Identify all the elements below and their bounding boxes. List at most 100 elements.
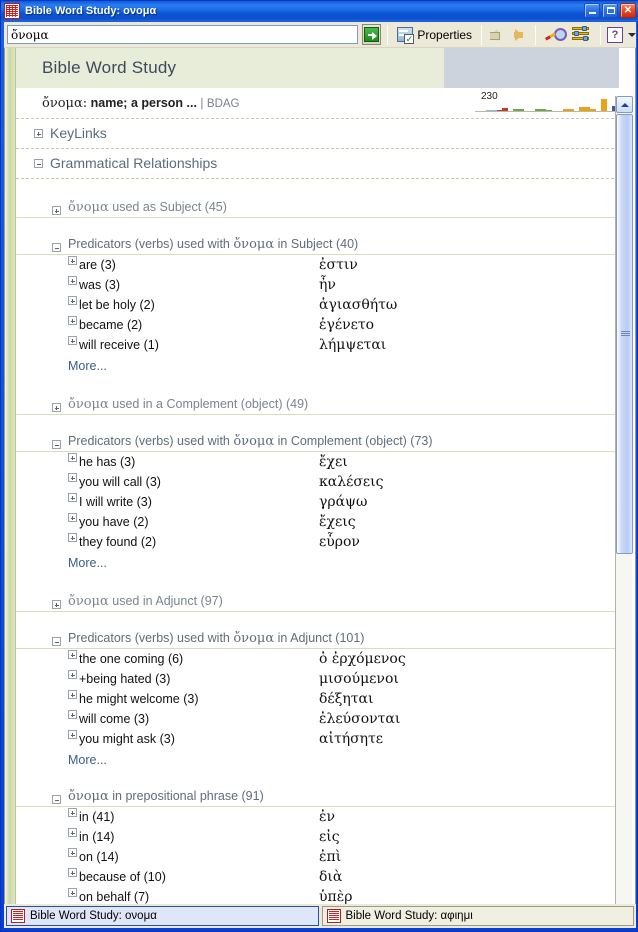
lemma-source[interactable]: BDAG — [207, 98, 240, 110]
filter-button[interactable] — [568, 24, 594, 45]
expand-icon[interactable] — [68, 256, 77, 265]
expand-icon[interactable] — [68, 316, 77, 325]
expand-icon[interactable] — [68, 650, 77, 659]
properties-button[interactable]: Properties — [394, 25, 475, 44]
tree-leaf-row[interactable]: they found (2) εὗρον — [16, 532, 619, 552]
expand-icon[interactable] — [68, 473, 77, 482]
tree-leaf-row[interactable]: you might ask (3) αἰτήσητε — [16, 729, 619, 749]
vertical-scrollbar[interactable] — [615, 96, 633, 904]
properties-label: Properties — [417, 27, 473, 42]
toolbar: ὄνομα Properties ? — [4, 22, 636, 48]
tree-leaf-row[interactable]: on (14) ἐπὶ — [16, 847, 619, 867]
section-heading-2-greek: ὄνομα — [68, 594, 109, 609]
section-heading-1[interactable]: ὄνομα used in a Complement (object) (49) — [16, 387, 619, 415]
help-button[interactable]: ? — [607, 26, 623, 43]
scroll-up-button[interactable] — [616, 96, 633, 113]
go-button[interactable] — [361, 24, 382, 45]
leaf-english: let be holy (2) — [79, 298, 155, 312]
toolbar-separator-3 — [535, 24, 537, 45]
expand-icon[interactable] — [68, 690, 77, 699]
expand-icon[interactable] — [68, 493, 77, 502]
maximize-button[interactable] — [602, 3, 618, 18]
expand-icon[interactable] — [68, 276, 77, 285]
chevron-down-icon[interactable] — [628, 32, 636, 37]
tree-leaf-row[interactable]: let be holy (2) ἁγιασθήτω — [16, 295, 619, 315]
tree-leaf-row[interactable]: on behalf (7) ὑπὲρ — [16, 887, 619, 904]
chevron-up-icon — [620, 102, 629, 107]
expand-icon[interactable] — [52, 403, 61, 412]
taskbar-item[interactable]: Bible Word Study: ονομα — [6, 906, 319, 926]
window-controls: ✕ — [584, 3, 636, 18]
section-subheading-1-greek: ὄνομα — [233, 434, 275, 449]
expand-icon[interactable] — [68, 828, 77, 837]
expand-icon[interactable] — [34, 129, 43, 138]
expand-icon[interactable] — [68, 453, 77, 462]
expand-icon[interactable] — [68, 730, 77, 739]
tree-leaf-row[interactable]: I will write (3) γράψω — [16, 492, 619, 512]
close-button[interactable]: ✕ — [620, 3, 636, 18]
section-subheading-1[interactable]: Predicators (verbs) used with ὄνομα in C… — [16, 426, 619, 452]
expand-icon[interactable] — [68, 888, 77, 897]
expand-icon[interactable] — [68, 848, 77, 857]
grammatical-relationships[interactable]: Grammatical Relationships — [16, 149, 619, 179]
arrow-left-icon — [490, 28, 501, 41]
more-link[interactable]: More... — [16, 749, 619, 770]
back-button[interactable] — [488, 26, 508, 44]
tree-leaf-row[interactable]: the one coming (6) ὁ ἐρχόμενος — [16, 649, 619, 669]
toolbar-separator-1 — [387, 24, 389, 45]
taskbar-item[interactable]: Bible Word Study: αφιημι — [321, 906, 634, 926]
prepositional-heading[interactable]: ὄνομα in prepositional phrase (91) — [16, 781, 619, 807]
collapse-icon[interactable] — [52, 795, 61, 804]
tree-leaf-row[interactable]: in (41) ἐν — [16, 807, 619, 827]
key-button[interactable] — [542, 24, 568, 45]
expand-icon[interactable] — [68, 670, 77, 679]
expand-icon[interactable] — [68, 868, 77, 877]
lemma-separator: | — [200, 97, 204, 110]
scrollbar-thumb[interactable] — [616, 114, 633, 554]
tree-leaf-row[interactable]: you have (2) ἔχεις — [16, 512, 619, 532]
chart-bar — [590, 109, 596, 111]
leaf-english: on behalf (7) — [79, 890, 150, 904]
tree-leaf-row[interactable]: was (3) ἦν — [16, 275, 619, 295]
tree-leaf-row[interactable]: you will call (3) καλέσεις — [16, 472, 619, 492]
chart-bar — [518, 108, 525, 111]
expand-icon[interactable] — [68, 710, 77, 719]
tree-leaf-row[interactable]: he might welcome (3) δέξηται — [16, 689, 619, 709]
forward-button[interactable] — [509, 26, 529, 44]
collapse-icon[interactable] — [52, 440, 61, 449]
expand-icon[interactable] — [68, 336, 77, 345]
collapse-icon[interactable] — [52, 243, 61, 252]
keylinks[interactable]: KeyLinks — [16, 119, 619, 149]
tree-leaf-row[interactable]: he has (3) ἔχει — [16, 452, 619, 472]
tree-leaf-row[interactable]: in (14) εἰς — [16, 827, 619, 847]
expand-icon[interactable] — [68, 513, 77, 522]
collapse-icon[interactable] — [34, 159, 43, 168]
expand-icon[interactable] — [68, 533, 77, 542]
section-subheading-2[interactable]: Predicators (verbs) used with ὄνομα in A… — [16, 623, 619, 649]
expand-icon[interactable] — [52, 600, 61, 609]
leaf-english: +being hated (3) — [79, 672, 171, 686]
section-subheading-0[interactable]: Predicators (verbs) used with ὄνομα in S… — [16, 229, 619, 255]
tree-leaf-row[interactable]: will come (3) ἐλεύσονται — [16, 709, 619, 729]
search-input[interactable]: ὄνομα — [7, 25, 358, 44]
collapse-icon[interactable] — [52, 637, 61, 646]
section-heading-0[interactable]: ὄνομα used as Subject (45) — [16, 190, 619, 218]
taskbar: Bible Word Study: ονομα Bible Word Study:… — [4, 904, 636, 928]
expand-icon[interactable] — [52, 206, 61, 215]
expand-icon[interactable] — [68, 296, 77, 305]
more-link[interactable]: More... — [16, 552, 619, 573]
leaf-greek: ἐπὶ — [319, 849, 342, 865]
lemma-greek: ὄνομα: — [42, 95, 88, 111]
tree-leaf-row[interactable]: +being hated (3) μισούμενοι — [16, 669, 619, 689]
minimize-button[interactable] — [584, 3, 600, 18]
leaf-greek: ἁγιασθήτω — [319, 297, 398, 313]
expand-icon[interactable] — [68, 808, 77, 817]
tree-leaf-row[interactable]: became (2) ἐγένετο — [16, 315, 619, 335]
tree-leaf-row[interactable]: because of (10) διὰ — [16, 867, 619, 887]
tree-leaf-row[interactable]: are (3) ἐστιν — [16, 255, 619, 275]
section-heading-2[interactable]: ὄνομα used in Adjunct (97) — [16, 584, 619, 612]
more-link[interactable]: More... — [16, 355, 619, 376]
tree-leaf-row[interactable]: will receive (1) λήμψεται — [16, 335, 619, 355]
